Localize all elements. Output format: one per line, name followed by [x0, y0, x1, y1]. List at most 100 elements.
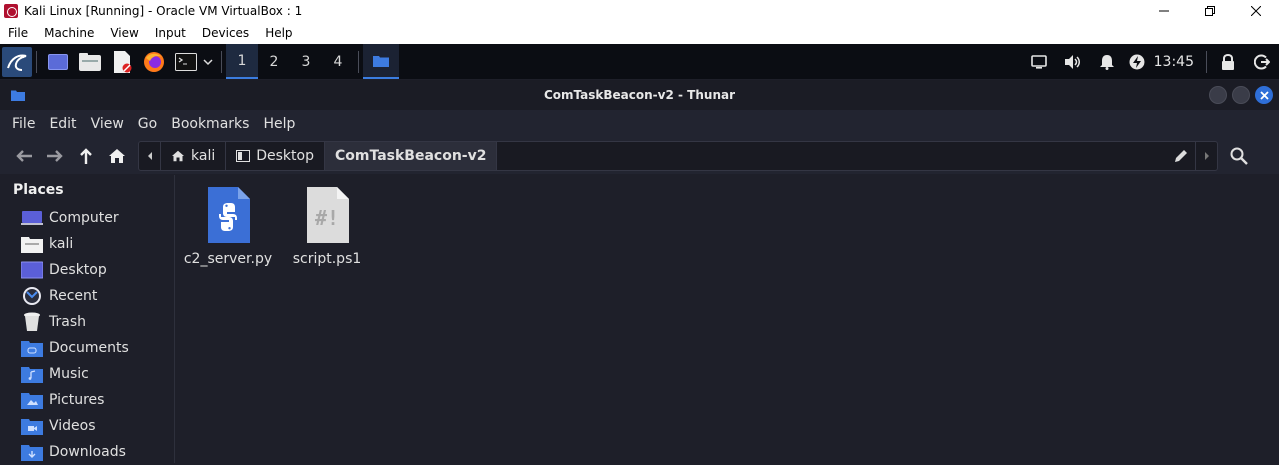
file-name-label: c2_server.py — [183, 251, 273, 267]
sidebar-item-downloads[interactable]: Downloads — [0, 439, 174, 465]
pathbar-scroll-left[interactable] — [139, 142, 161, 170]
kali-top-panel: 1 2 3 4 13:45 — [0, 44, 1279, 79]
desktop-icon — [236, 150, 251, 162]
file-manager-launcher[interactable] — [75, 47, 105, 77]
host-restore-button[interactable] — [1187, 0, 1233, 22]
terminal-launcher[interactable] — [171, 47, 217, 77]
terminal-icon — [175, 52, 197, 71]
home-icon — [172, 150, 184, 162]
display-icon — [1030, 54, 1047, 69]
host-menu-view[interactable]: View — [102, 22, 146, 44]
sidebar-item-label: kali — [49, 236, 74, 252]
minimize-icon — [1159, 10, 1169, 12]
parent-folder-button[interactable] — [70, 141, 101, 171]
power-manager-tray-button[interactable] — [1124, 44, 1150, 79]
show-desktop-launcher[interactable] — [43, 47, 73, 77]
menu-edit[interactable]: Edit — [42, 116, 83, 132]
file-name-label: script.ps1 — [292, 251, 362, 267]
breadcrumb-desktop[interactable]: Desktop — [226, 142, 325, 170]
lock-screen-button[interactable] — [1211, 44, 1245, 79]
thunar-maximize-button[interactable] — [1232, 86, 1250, 104]
sidebar-item-label: Trash — [49, 314, 86, 330]
sidebar-item-label: Pictures — [49, 392, 105, 408]
sidebar-item-label: Downloads — [49, 444, 126, 460]
host-menu-help[interactable]: Help — [257, 22, 300, 44]
downloads-folder-icon — [21, 443, 43, 461]
volume-tray-button[interactable] — [1056, 44, 1090, 79]
sidebar-item-recent[interactable]: Recent — [0, 283, 174, 309]
sidebar-item-label: Documents — [49, 340, 129, 356]
breadcrumb-label: Desktop — [256, 148, 314, 164]
text-editor-icon — [114, 50, 132, 73]
desktop-icon — [48, 53, 68, 70]
arrow-right-icon — [46, 150, 63, 162]
host-menu-devices[interactable]: Devices — [194, 22, 257, 44]
host-close-button[interactable] — [1233, 0, 1279, 22]
logout-button[interactable] — [1245, 44, 1279, 79]
forward-button[interactable] — [39, 141, 70, 171]
file-item[interactable]: c2_server.py — [178, 187, 278, 267]
taskbar-thunar-window[interactable] — [363, 44, 399, 79]
sidebar-item-trash[interactable]: Trash — [0, 309, 174, 335]
sidebar-item-music[interactable]: Music — [0, 361, 174, 387]
home-folder-icon — [21, 235, 43, 253]
host-menu-input[interactable]: Input — [147, 22, 194, 44]
menu-bookmarks[interactable]: Bookmarks — [164, 116, 256, 132]
restore-icon — [1205, 6, 1215, 16]
sidebar-item-pictures[interactable]: Pictures — [0, 387, 174, 413]
edit-location-button[interactable] — [1167, 142, 1195, 170]
workspace-2[interactable]: 2 — [258, 44, 290, 79]
notifications-tray-button[interactable] — [1090, 44, 1124, 79]
menu-go[interactable]: Go — [131, 116, 164, 132]
sidebar-item-kali[interactable]: kali — [0, 231, 174, 257]
host-window-title: Kali Linux [Running] - Oracle VM Virtual… — [24, 4, 303, 18]
workspace-3[interactable]: 3 — [290, 44, 322, 79]
host-menubar: File Machine View Input Devices Help — [0, 22, 1279, 44]
breadcrumb-kali[interactable]: kali — [161, 142, 227, 170]
sidebar-item-videos[interactable]: Videos — [0, 413, 174, 439]
display-tray-button[interactable] — [1022, 44, 1056, 79]
sidebar-item-label: Music — [49, 366, 89, 382]
pathbar-scroll-right[interactable] — [1195, 142, 1217, 170]
menu-file[interactable]: File — [0, 116, 42, 132]
search-icon — [1230, 147, 1248, 165]
python-file-icon — [208, 187, 250, 243]
chevron-left-icon — [147, 152, 152, 160]
videos-folder-icon — [21, 417, 43, 435]
sidebar-item-computer[interactable]: Computer — [0, 205, 174, 231]
text-editor-launcher[interactable] — [107, 47, 137, 77]
thunar-minimize-button[interactable] — [1209, 86, 1227, 104]
places-sidebar: Places Computer kali Desktop Recent Tras… — [0, 175, 175, 463]
firefox-launcher[interactable] — [139, 47, 169, 77]
panel-separator — [221, 50, 222, 73]
trash-icon — [21, 312, 43, 331]
location-pathbar: kali Desktop ComTaskBeacon-v2 — [138, 141, 1218, 171]
host-minimize-button[interactable] — [1141, 0, 1187, 22]
panel-clock[interactable]: 13:45 — [1150, 54, 1202, 70]
workspace-1[interactable]: 1 — [226, 44, 258, 79]
file-manager-icon — [79, 52, 101, 71]
breadcrumb-comtaskbeacon-v2[interactable]: ComTaskBeacon-v2 — [324, 142, 498, 170]
file-icon-view[interactable]: c2_server.py #! script.ps1 — [176, 175, 1279, 463]
svg-text:#!: #! — [315, 206, 339, 230]
sidebar-item-desktop[interactable]: Desktop — [0, 257, 174, 283]
workspace-4[interactable]: 4 — [322, 44, 354, 79]
folder-icon — [373, 55, 389, 67]
menu-help[interactable]: Help — [256, 116, 302, 132]
kali-menu-button[interactable] — [2, 46, 32, 77]
back-button[interactable] — [8, 141, 39, 171]
file-item[interactable]: #! script.ps1 — [277, 187, 377, 267]
sidebar-item-documents[interactable]: Documents — [0, 335, 174, 361]
arrow-up-icon — [79, 148, 92, 164]
host-menu-file[interactable]: File — [0, 22, 36, 44]
menu-view[interactable]: View — [84, 116, 131, 132]
thunar-close-button[interactable] — [1255, 86, 1273, 104]
panel-tray: 13:45 — [1022, 44, 1279, 79]
close-icon — [1259, 90, 1269, 100]
firefox-icon — [144, 51, 164, 72]
search-button[interactable] — [1224, 141, 1254, 171]
host-menu-machine[interactable]: Machine — [36, 22, 102, 44]
home-button[interactable] — [101, 141, 132, 171]
bell-icon — [1099, 54, 1114, 70]
thunar-menubar: File Edit View Go Bookmarks Help — [0, 110, 1279, 138]
